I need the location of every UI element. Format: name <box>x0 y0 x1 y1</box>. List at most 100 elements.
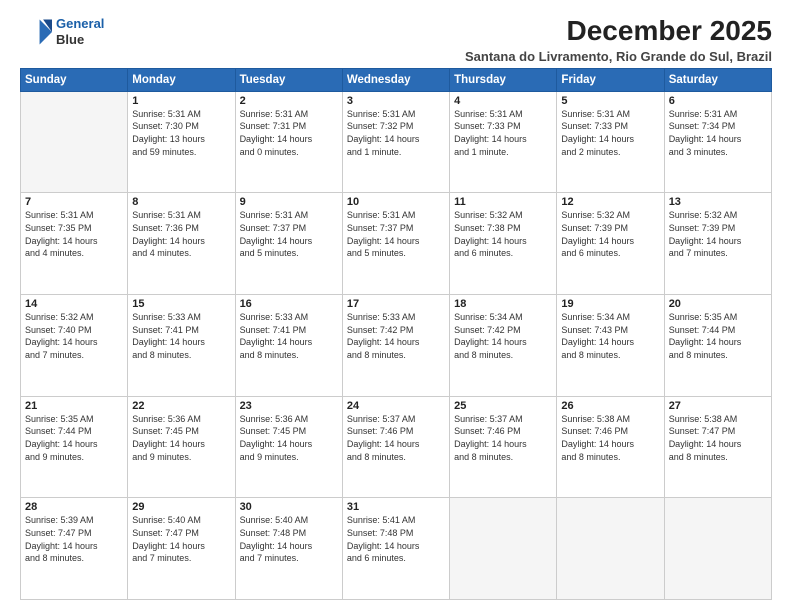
calendar-cell: 5Sunrise: 5:31 AMSunset: 7:33 PMDaylight… <box>557 91 664 193</box>
cell-info: Sunrise: 5:40 AMSunset: 7:48 PMDaylight:… <box>240 514 338 564</box>
calendar-cell: 14Sunrise: 5:32 AMSunset: 7:40 PMDayligh… <box>21 295 128 397</box>
calendar-cell <box>450 498 557 600</box>
title-block: December 2025 Santana do Livramento, Rio… <box>465 16 772 64</box>
day-number: 30 <box>240 501 338 513</box>
cell-info: Sunrise: 5:31 AMSunset: 7:34 PMDaylight:… <box>669 108 767 158</box>
col-saturday: Saturday <box>664 68 771 91</box>
calendar-cell: 4Sunrise: 5:31 AMSunset: 7:33 PMDaylight… <box>450 91 557 193</box>
day-number: 20 <box>669 298 767 310</box>
header: General Blue December 2025 Santana do Li… <box>20 16 772 64</box>
calendar-cell <box>21 91 128 193</box>
cell-info: Sunrise: 5:31 AMSunset: 7:36 PMDaylight:… <box>132 209 230 259</box>
week-row-2: 7Sunrise: 5:31 AMSunset: 7:35 PMDaylight… <box>21 193 772 295</box>
calendar-cell: 31Sunrise: 5:41 AMSunset: 7:48 PMDayligh… <box>342 498 449 600</box>
page: General Blue December 2025 Santana do Li… <box>0 0 792 612</box>
calendar-cell: 20Sunrise: 5:35 AMSunset: 7:44 PMDayligh… <box>664 295 771 397</box>
col-thursday: Thursday <box>450 68 557 91</box>
calendar-cell: 2Sunrise: 5:31 AMSunset: 7:31 PMDaylight… <box>235 91 342 193</box>
calendar-cell: 17Sunrise: 5:33 AMSunset: 7:42 PMDayligh… <box>342 295 449 397</box>
day-number: 1 <box>132 95 230 107</box>
calendar-cell: 28Sunrise: 5:39 AMSunset: 7:47 PMDayligh… <box>21 498 128 600</box>
calendar-cell: 27Sunrise: 5:38 AMSunset: 7:47 PMDayligh… <box>664 396 771 498</box>
location-subtitle: Santana do Livramento, Rio Grande do Sul… <box>465 49 772 64</box>
cell-info: Sunrise: 5:35 AMSunset: 7:44 PMDaylight:… <box>25 413 123 463</box>
col-sunday: Sunday <box>21 68 128 91</box>
day-number: 7 <box>25 196 123 208</box>
week-row-4: 21Sunrise: 5:35 AMSunset: 7:44 PMDayligh… <box>21 396 772 498</box>
cell-info: Sunrise: 5:38 AMSunset: 7:46 PMDaylight:… <box>561 413 659 463</box>
day-number: 21 <box>25 400 123 412</box>
day-number: 9 <box>240 196 338 208</box>
calendar-cell: 25Sunrise: 5:37 AMSunset: 7:46 PMDayligh… <box>450 396 557 498</box>
cell-info: Sunrise: 5:40 AMSunset: 7:47 PMDaylight:… <box>132 514 230 564</box>
calendar-cell: 9Sunrise: 5:31 AMSunset: 7:37 PMDaylight… <box>235 193 342 295</box>
day-number: 2 <box>240 95 338 107</box>
col-monday: Monday <box>128 68 235 91</box>
day-number: 27 <box>669 400 767 412</box>
calendar-cell: 18Sunrise: 5:34 AMSunset: 7:42 PMDayligh… <box>450 295 557 397</box>
calendar-cell: 26Sunrise: 5:38 AMSunset: 7:46 PMDayligh… <box>557 396 664 498</box>
day-number: 10 <box>347 196 445 208</box>
day-number: 8 <box>132 196 230 208</box>
cell-info: Sunrise: 5:39 AMSunset: 7:47 PMDaylight:… <box>25 514 123 564</box>
day-number: 18 <box>454 298 552 310</box>
cell-info: Sunrise: 5:32 AMSunset: 7:40 PMDaylight:… <box>25 311 123 361</box>
calendar-cell: 10Sunrise: 5:31 AMSunset: 7:37 PMDayligh… <box>342 193 449 295</box>
logo-text: General Blue <box>56 16 104 47</box>
col-friday: Friday <box>557 68 664 91</box>
month-title: December 2025 <box>465 16 772 47</box>
day-number: 31 <box>347 501 445 513</box>
cell-info: Sunrise: 5:31 AMSunset: 7:33 PMDaylight:… <box>454 108 552 158</box>
day-number: 14 <box>25 298 123 310</box>
cell-info: Sunrise: 5:33 AMSunset: 7:42 PMDaylight:… <box>347 311 445 361</box>
day-number: 28 <box>25 501 123 513</box>
cell-info: Sunrise: 5:36 AMSunset: 7:45 PMDaylight:… <box>240 413 338 463</box>
week-row-5: 28Sunrise: 5:39 AMSunset: 7:47 PMDayligh… <box>21 498 772 600</box>
calendar-cell: 30Sunrise: 5:40 AMSunset: 7:48 PMDayligh… <box>235 498 342 600</box>
day-number: 6 <box>669 95 767 107</box>
cell-info: Sunrise: 5:41 AMSunset: 7:48 PMDaylight:… <box>347 514 445 564</box>
calendar-cell <box>557 498 664 600</box>
calendar-cell: 11Sunrise: 5:32 AMSunset: 7:38 PMDayligh… <box>450 193 557 295</box>
calendar-cell <box>664 498 771 600</box>
calendar-cell: 15Sunrise: 5:33 AMSunset: 7:41 PMDayligh… <box>128 295 235 397</box>
day-number: 22 <box>132 400 230 412</box>
day-number: 16 <box>240 298 338 310</box>
week-row-1: 1Sunrise: 5:31 AMSunset: 7:30 PMDaylight… <box>21 91 772 193</box>
calendar-cell: 21Sunrise: 5:35 AMSunset: 7:44 PMDayligh… <box>21 396 128 498</box>
calendar-cell: 6Sunrise: 5:31 AMSunset: 7:34 PMDaylight… <box>664 91 771 193</box>
cell-info: Sunrise: 5:31 AMSunset: 7:37 PMDaylight:… <box>347 209 445 259</box>
calendar-cell: 7Sunrise: 5:31 AMSunset: 7:35 PMDaylight… <box>21 193 128 295</box>
day-number: 15 <box>132 298 230 310</box>
cell-info: Sunrise: 5:32 AMSunset: 7:39 PMDaylight:… <box>561 209 659 259</box>
calendar-table: Sunday Monday Tuesday Wednesday Thursday… <box>20 68 772 600</box>
cell-info: Sunrise: 5:37 AMSunset: 7:46 PMDaylight:… <box>454 413 552 463</box>
day-number: 19 <box>561 298 659 310</box>
cell-info: Sunrise: 5:34 AMSunset: 7:42 PMDaylight:… <box>454 311 552 361</box>
day-number: 12 <box>561 196 659 208</box>
cell-info: Sunrise: 5:31 AMSunset: 7:35 PMDaylight:… <box>25 209 123 259</box>
cell-info: Sunrise: 5:37 AMSunset: 7:46 PMDaylight:… <box>347 413 445 463</box>
week-row-3: 14Sunrise: 5:32 AMSunset: 7:40 PMDayligh… <box>21 295 772 397</box>
cell-info: Sunrise: 5:38 AMSunset: 7:47 PMDaylight:… <box>669 413 767 463</box>
day-number: 4 <box>454 95 552 107</box>
calendar-cell: 12Sunrise: 5:32 AMSunset: 7:39 PMDayligh… <box>557 193 664 295</box>
cell-info: Sunrise: 5:31 AMSunset: 7:32 PMDaylight:… <box>347 108 445 158</box>
cell-info: Sunrise: 5:31 AMSunset: 7:30 PMDaylight:… <box>132 108 230 158</box>
calendar-cell: 29Sunrise: 5:40 AMSunset: 7:47 PMDayligh… <box>128 498 235 600</box>
cell-info: Sunrise: 5:35 AMSunset: 7:44 PMDaylight:… <box>669 311 767 361</box>
calendar-cell: 3Sunrise: 5:31 AMSunset: 7:32 PMDaylight… <box>342 91 449 193</box>
cell-info: Sunrise: 5:34 AMSunset: 7:43 PMDaylight:… <box>561 311 659 361</box>
day-number: 29 <box>132 501 230 513</box>
calendar-cell: 1Sunrise: 5:31 AMSunset: 7:30 PMDaylight… <box>128 91 235 193</box>
cell-info: Sunrise: 5:31 AMSunset: 7:33 PMDaylight:… <box>561 108 659 158</box>
cell-info: Sunrise: 5:32 AMSunset: 7:39 PMDaylight:… <box>669 209 767 259</box>
cell-info: Sunrise: 5:36 AMSunset: 7:45 PMDaylight:… <box>132 413 230 463</box>
cell-info: Sunrise: 5:31 AMSunset: 7:31 PMDaylight:… <box>240 108 338 158</box>
calendar-cell: 8Sunrise: 5:31 AMSunset: 7:36 PMDaylight… <box>128 193 235 295</box>
calendar-cell: 23Sunrise: 5:36 AMSunset: 7:45 PMDayligh… <box>235 396 342 498</box>
day-number: 24 <box>347 400 445 412</box>
day-number: 3 <box>347 95 445 107</box>
day-number: 26 <box>561 400 659 412</box>
day-number: 13 <box>669 196 767 208</box>
